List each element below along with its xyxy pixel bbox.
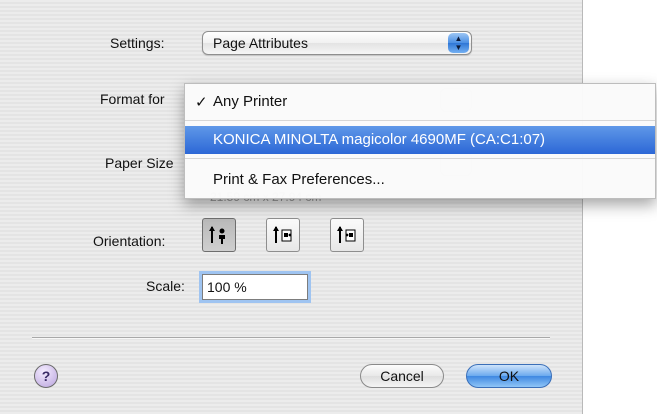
- help-button[interactable]: ?: [34, 364, 58, 388]
- settings-value: Page Attributes: [213, 35, 308, 51]
- settings-label: Settings:: [110, 35, 165, 51]
- menu-item-label: Print & Fax Preferences...: [213, 171, 385, 188]
- menu-separator: [185, 120, 655, 121]
- menu-item-konica-minolta[interactable]: KONICA MINOLTA magicolor 4690MF (CA:C1:0…: [185, 126, 655, 154]
- checkmark-icon: ✓: [195, 94, 208, 111]
- divider: [32, 337, 550, 339]
- paper-size-label: Paper Size: [105, 155, 174, 171]
- scale-input[interactable]: 100 %: [199, 271, 311, 303]
- scale-label: Scale:: [146, 278, 185, 294]
- orientation-label: Orientation:: [93, 233, 166, 249]
- cancel-button[interactable]: Cancel: [360, 364, 444, 388]
- page-setup-sheet: Settings: Page Attributes ▲ ▼ Format for …: [0, 0, 583, 414]
- menu-item-label: Any Printer: [213, 93, 288, 110]
- portrait-icon: [209, 226, 225, 244]
- menu-item-label: KONICA MINOLTA magicolor 4690MF (CA:C1:0…: [213, 131, 546, 148]
- updown-arrows-icon: ▲ ▼: [448, 33, 469, 53]
- landscape-icon: [273, 226, 292, 243]
- format-for-label: Format for: [100, 91, 165, 107]
- format-for-menu: ✓ Any Printer KONICA MINOLTA magicolor 4…: [184, 83, 656, 199]
- orientation-portrait-button[interactable]: [202, 218, 236, 252]
- reverse-landscape-icon: [337, 226, 356, 243]
- menu-separator: [185, 158, 655, 159]
- menu-item-any-printer[interactable]: ✓ Any Printer: [185, 88, 655, 116]
- orientation-landscape-button[interactable]: [266, 218, 300, 252]
- orientation-reverse-landscape-button[interactable]: [330, 218, 364, 252]
- menu-item-print-fax-preferences[interactable]: Print & Fax Preferences...: [185, 166, 655, 194]
- settings-popup[interactable]: Page Attributes ▲ ▼: [202, 31, 472, 55]
- ok-button[interactable]: OK: [466, 364, 552, 388]
